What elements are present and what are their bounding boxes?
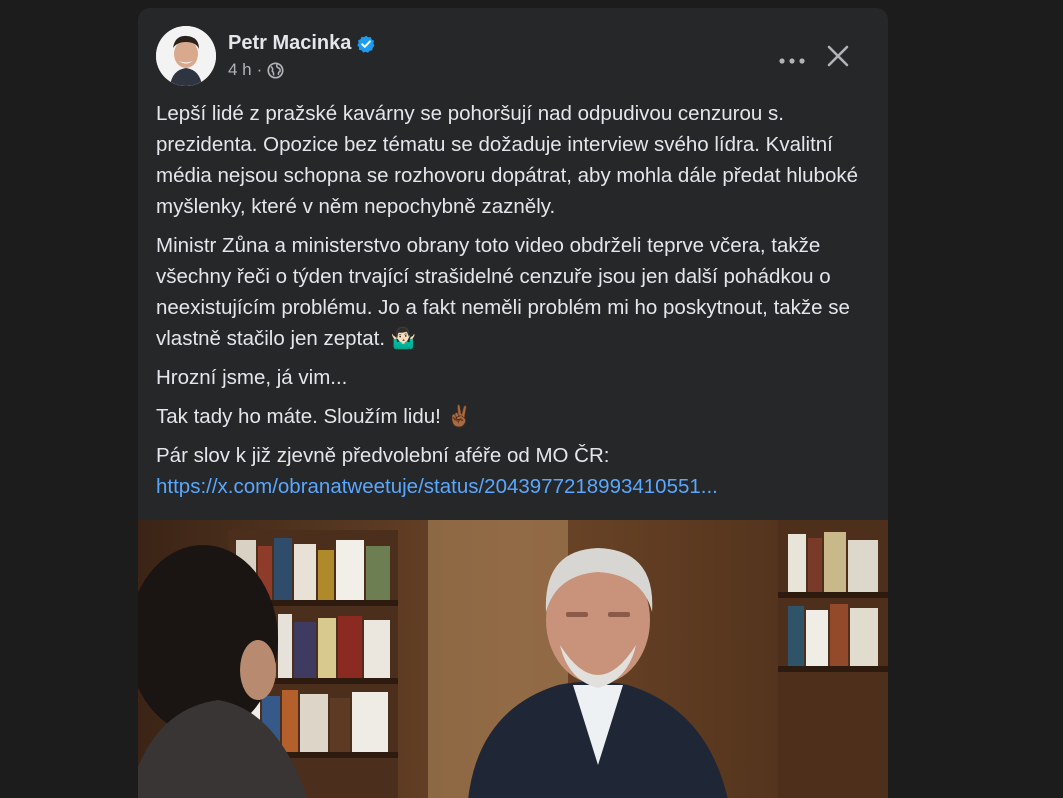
close-icon xyxy=(827,45,849,72)
post-text: Lepší lidé z pražské kavárny se pohoršuj… xyxy=(156,98,861,502)
author-name[interactable]: Petr Macinka xyxy=(228,32,351,55)
post-paragraph: Tak tady ho máte. Sloužím lidu! ✌🏾 xyxy=(156,405,473,428)
post-paragraph: Ministr Zůna a ministerstvo obrany toto … xyxy=(156,234,850,350)
post-link[interactable]: https://x.com/obranatweetuje/status/2043… xyxy=(156,471,861,502)
verified-badge-icon xyxy=(357,35,375,53)
globe-icon[interactable] xyxy=(267,61,284,79)
post-paragraph: Pár slov k již zjevně předvolební aféře … xyxy=(156,444,610,467)
more-options-button[interactable] xyxy=(774,46,810,74)
post-header: Petr Macinka 4 h · xyxy=(156,26,870,86)
meta-separator: · xyxy=(256,60,263,79)
post-video-thumbnail[interactable] xyxy=(138,520,888,798)
post-time[interactable]: 4 h xyxy=(228,60,252,80)
post-meta: 4 h · xyxy=(228,60,284,80)
post-card: Petr Macinka 4 h · Lepší lidé z pražské … xyxy=(138,8,888,798)
close-button[interactable] xyxy=(818,38,858,78)
author-avatar[interactable] xyxy=(156,26,216,86)
post-paragraph: Hrozní jsme, já vim... xyxy=(156,366,348,389)
more-options-icon xyxy=(779,51,805,69)
author-row: Petr Macinka xyxy=(228,32,375,55)
post-paragraph: Lepší lidé z pražské kavárny se pohoršuj… xyxy=(156,102,859,218)
